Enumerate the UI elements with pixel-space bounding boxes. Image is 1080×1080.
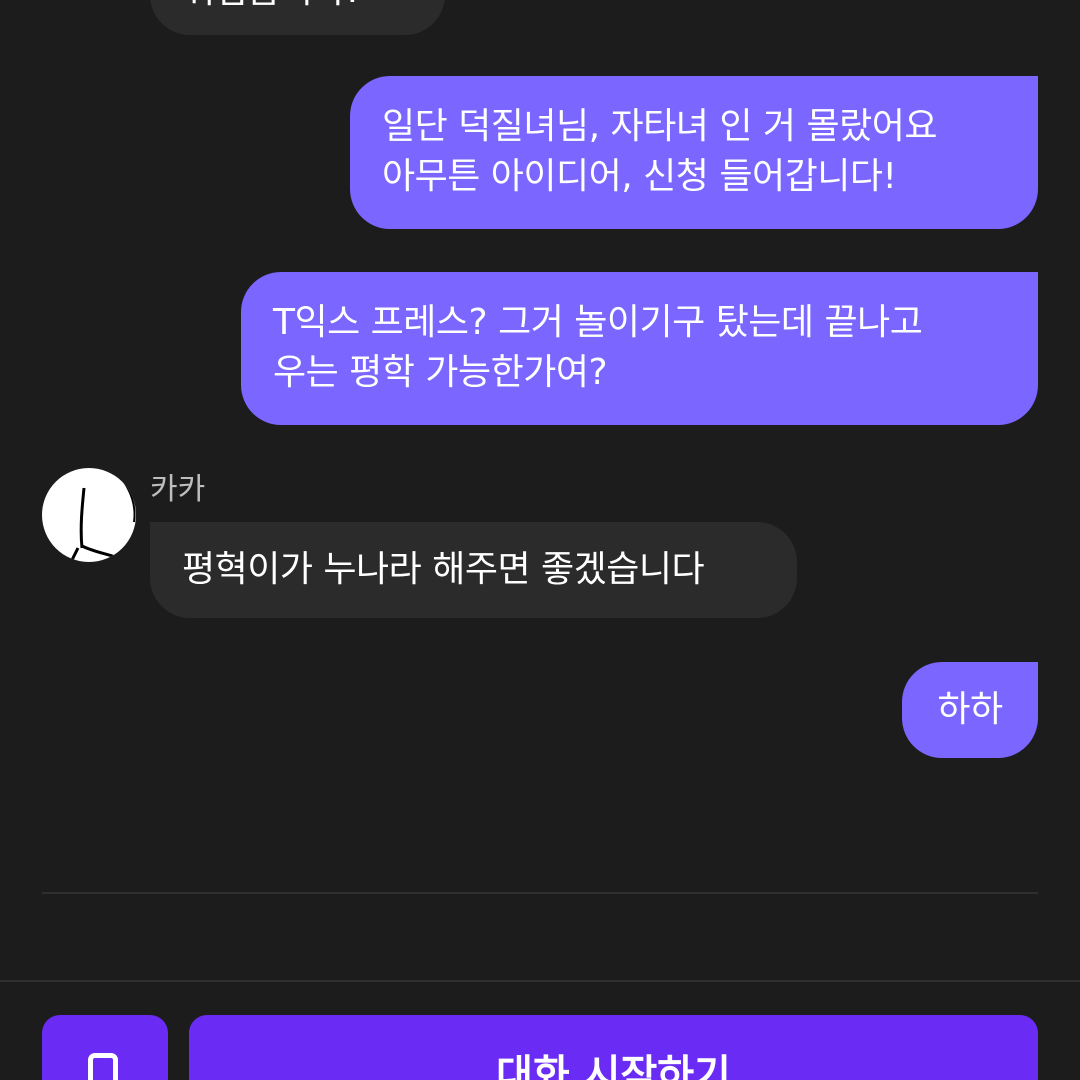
divider	[42, 892, 1038, 894]
call-button[interactable]	[42, 1015, 168, 1080]
message-bubble-outgoing: T익스 프레스? 그거 놀이기구 탔는데 끝나고 우는 평학 가능한가여?	[241, 272, 1038, 425]
message-bubble-incoming: 평혁이가 누나라 해주면 좋겠습니다	[150, 522, 797, 618]
phone-icon	[88, 1053, 118, 1080]
start-conversation-button[interactable]: 대화 시작하기	[189, 1015, 1038, 1080]
message-bubble-incoming: 귀엽습니다!	[150, 0, 445, 35]
sender-name: 카카	[150, 472, 206, 507]
chat-screen: 귀엽습니다! 일단 덕질녀님, 자타녀 인 거 몰랐어요 아무튼 아이디어, 신…	[0, 0, 1080, 1080]
message-bubble-outgoing: 하하	[902, 662, 1038, 758]
sketch-avatar-icon	[70, 481, 136, 561]
avatar[interactable]	[42, 468, 136, 562]
start-conversation-label: 대화 시작하기	[496, 1052, 731, 1080]
message-bubble-outgoing: 일단 덕질녀님, 자타녀 인 거 몰랐어요 아무튼 아이디어, 신청 들어갑니다…	[350, 76, 1038, 229]
